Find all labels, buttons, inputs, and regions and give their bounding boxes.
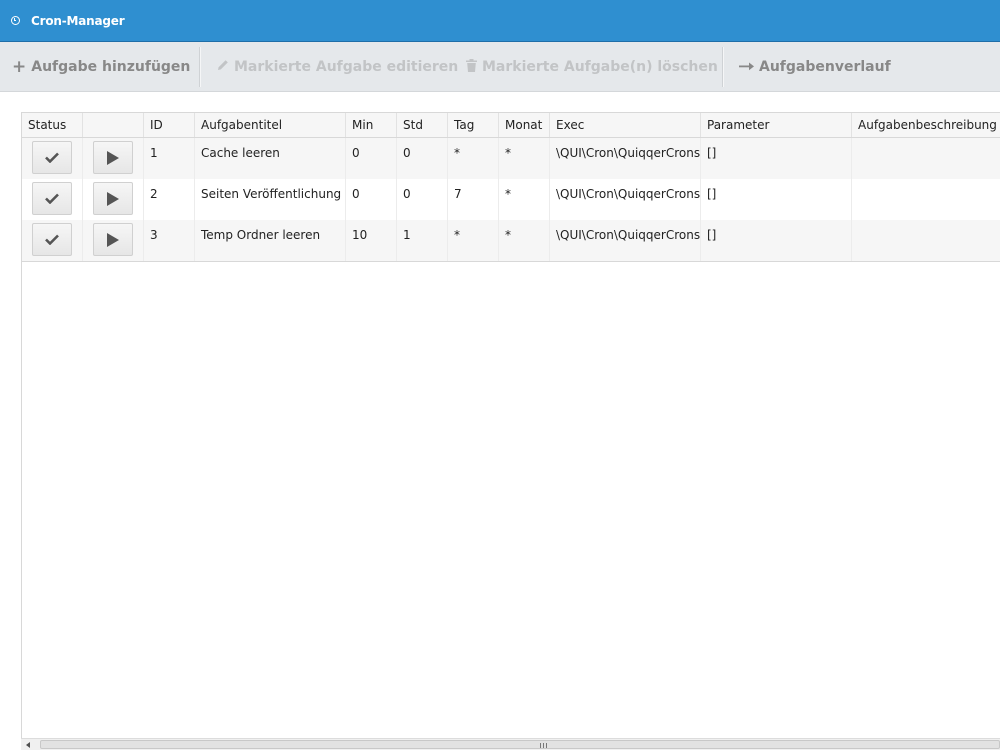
- column-header-monat[interactable]: Monat: [499, 113, 550, 137]
- run-cell: [83, 220, 144, 261]
- status-cell: [22, 179, 83, 220]
- table-row[interactable]: 2 Seiten Veröffentlichung 0 0 7 * \QUI\C…: [22, 179, 1000, 220]
- table-row[interactable]: 1 Cache leeren 0 0 * * \QUI\Cron\Quiqqer…: [22, 138, 1000, 179]
- column-header-run[interactable]: [83, 113, 144, 137]
- grid-header: Status ID Aufgabentitel Min Std Tag Mona…: [22, 113, 1000, 138]
- cell-parameter: []: [701, 220, 852, 261]
- cell-id: 1: [144, 138, 195, 179]
- cell-tag: *: [448, 138, 499, 179]
- toolbar-divider: [199, 47, 201, 87]
- column-header-id[interactable]: ID: [144, 113, 195, 137]
- grid-rows-bottom-border: [22, 261, 1000, 262]
- check-icon: [45, 234, 59, 245]
- cell-min: 0: [346, 138, 397, 179]
- run-task-button[interactable]: [93, 223, 133, 256]
- play-icon: [107, 150, 119, 165]
- toolbar: + Aufgabe hinzufügen Markierte Aufgabe e…: [0, 42, 1000, 92]
- cell-monat: *: [499, 220, 550, 261]
- cell-id: 2: [144, 179, 195, 220]
- cell-monat: *: [499, 138, 550, 179]
- arrow-right-icon: [739, 60, 754, 75]
- cell-std: 0: [397, 179, 448, 220]
- trash-icon: [466, 58, 477, 76]
- cell-exec: \QUI\Cron\QuiqqerCrons: [550, 138, 701, 179]
- cell-min: 10: [346, 220, 397, 261]
- cell-description: [852, 220, 1000, 261]
- status-toggle-button[interactable]: [32, 182, 72, 215]
- check-icon: [45, 193, 59, 204]
- cell-tag: *: [448, 220, 499, 261]
- delete-task-label: Markierte Aufgabe(n) löschen: [482, 59, 718, 75]
- column-header-exec[interactable]: Exec: [550, 113, 701, 137]
- cell-parameter: []: [701, 179, 852, 220]
- cell-title: Cache leeren: [195, 138, 346, 179]
- column-header-status[interactable]: Status: [22, 113, 83, 137]
- column-header-description[interactable]: Aufgabenbeschreibung: [852, 113, 1000, 137]
- cell-exec: \QUI\Cron\QuiqqerCrons: [550, 220, 701, 261]
- run-cell: [83, 138, 144, 179]
- scrollbar-grip-icon: [540, 743, 547, 748]
- cell-title: Seiten Veröffentlichung: [195, 179, 346, 220]
- toolbar-divider: [722, 47, 724, 87]
- status-cell: [22, 220, 83, 261]
- table-row[interactable]: 3 Temp Ordner leeren 10 1 * * \QUI\Cron\…: [22, 220, 1000, 261]
- cell-std: 1: [397, 220, 448, 261]
- check-icon: [45, 152, 59, 163]
- delete-task-button[interactable]: Markierte Aufgabe(n) löschen: [466, 42, 718, 92]
- cell-std: 0: [397, 138, 448, 179]
- cell-tag: 7: [448, 179, 499, 220]
- cron-manager-window: Cron-Manager + Aufgabe hinzufügen Markie…: [0, 0, 1000, 750]
- play-icon: [107, 191, 119, 206]
- edit-task-button[interactable]: Markierte Aufgabe editieren: [217, 42, 458, 92]
- status-toggle-button[interactable]: [32, 223, 72, 256]
- cell-title: Temp Ordner leeren: [195, 220, 346, 261]
- title-bar: Cron-Manager: [0, 0, 1000, 42]
- add-task-label: Aufgabe hinzufügen: [31, 59, 191, 75]
- cell-id: 3: [144, 220, 195, 261]
- run-task-button[interactable]: [93, 141, 133, 174]
- cell-min: 0: [346, 179, 397, 220]
- column-header-tag[interactable]: Tag: [448, 113, 499, 137]
- scroll-left-arrow-icon[interactable]: [26, 742, 30, 748]
- edit-task-label: Markierte Aufgabe editieren: [234, 59, 459, 75]
- horizontal-scrollbar[interactable]: [21, 738, 1000, 750]
- add-task-button[interactable]: + Aufgabe hinzufügen: [12, 42, 190, 92]
- task-history-button[interactable]: Aufgabenverlauf: [739, 42, 891, 92]
- cell-parameter: []: [701, 138, 852, 179]
- run-task-button[interactable]: [93, 182, 133, 215]
- status-toggle-button[interactable]: [32, 141, 72, 174]
- play-icon: [107, 232, 119, 247]
- column-header-min[interactable]: Min: [346, 113, 397, 137]
- task-history-label: Aufgabenverlauf: [759, 59, 891, 75]
- cell-exec: \QUI\Cron\QuiqqerCrons: [550, 179, 701, 220]
- cell-monat: *: [499, 179, 550, 220]
- column-header-title[interactable]: Aufgabentitel: [195, 113, 346, 137]
- clock-icon: [11, 16, 20, 25]
- cell-description: [852, 179, 1000, 220]
- column-header-parameter[interactable]: Parameter: [701, 113, 852, 137]
- pencil-icon: [217, 59, 229, 75]
- scrollbar-thumb[interactable]: [40, 740, 1000, 749]
- run-cell: [83, 179, 144, 220]
- plus-icon: +: [12, 57, 27, 77]
- status-cell: [22, 138, 83, 179]
- cell-description: [852, 138, 1000, 179]
- column-header-std[interactable]: Std: [397, 113, 448, 137]
- cron-task-grid: Status ID Aufgabentitel Min Std Tag Mona…: [21, 112, 1000, 750]
- window-title: Cron-Manager: [31, 14, 125, 28]
